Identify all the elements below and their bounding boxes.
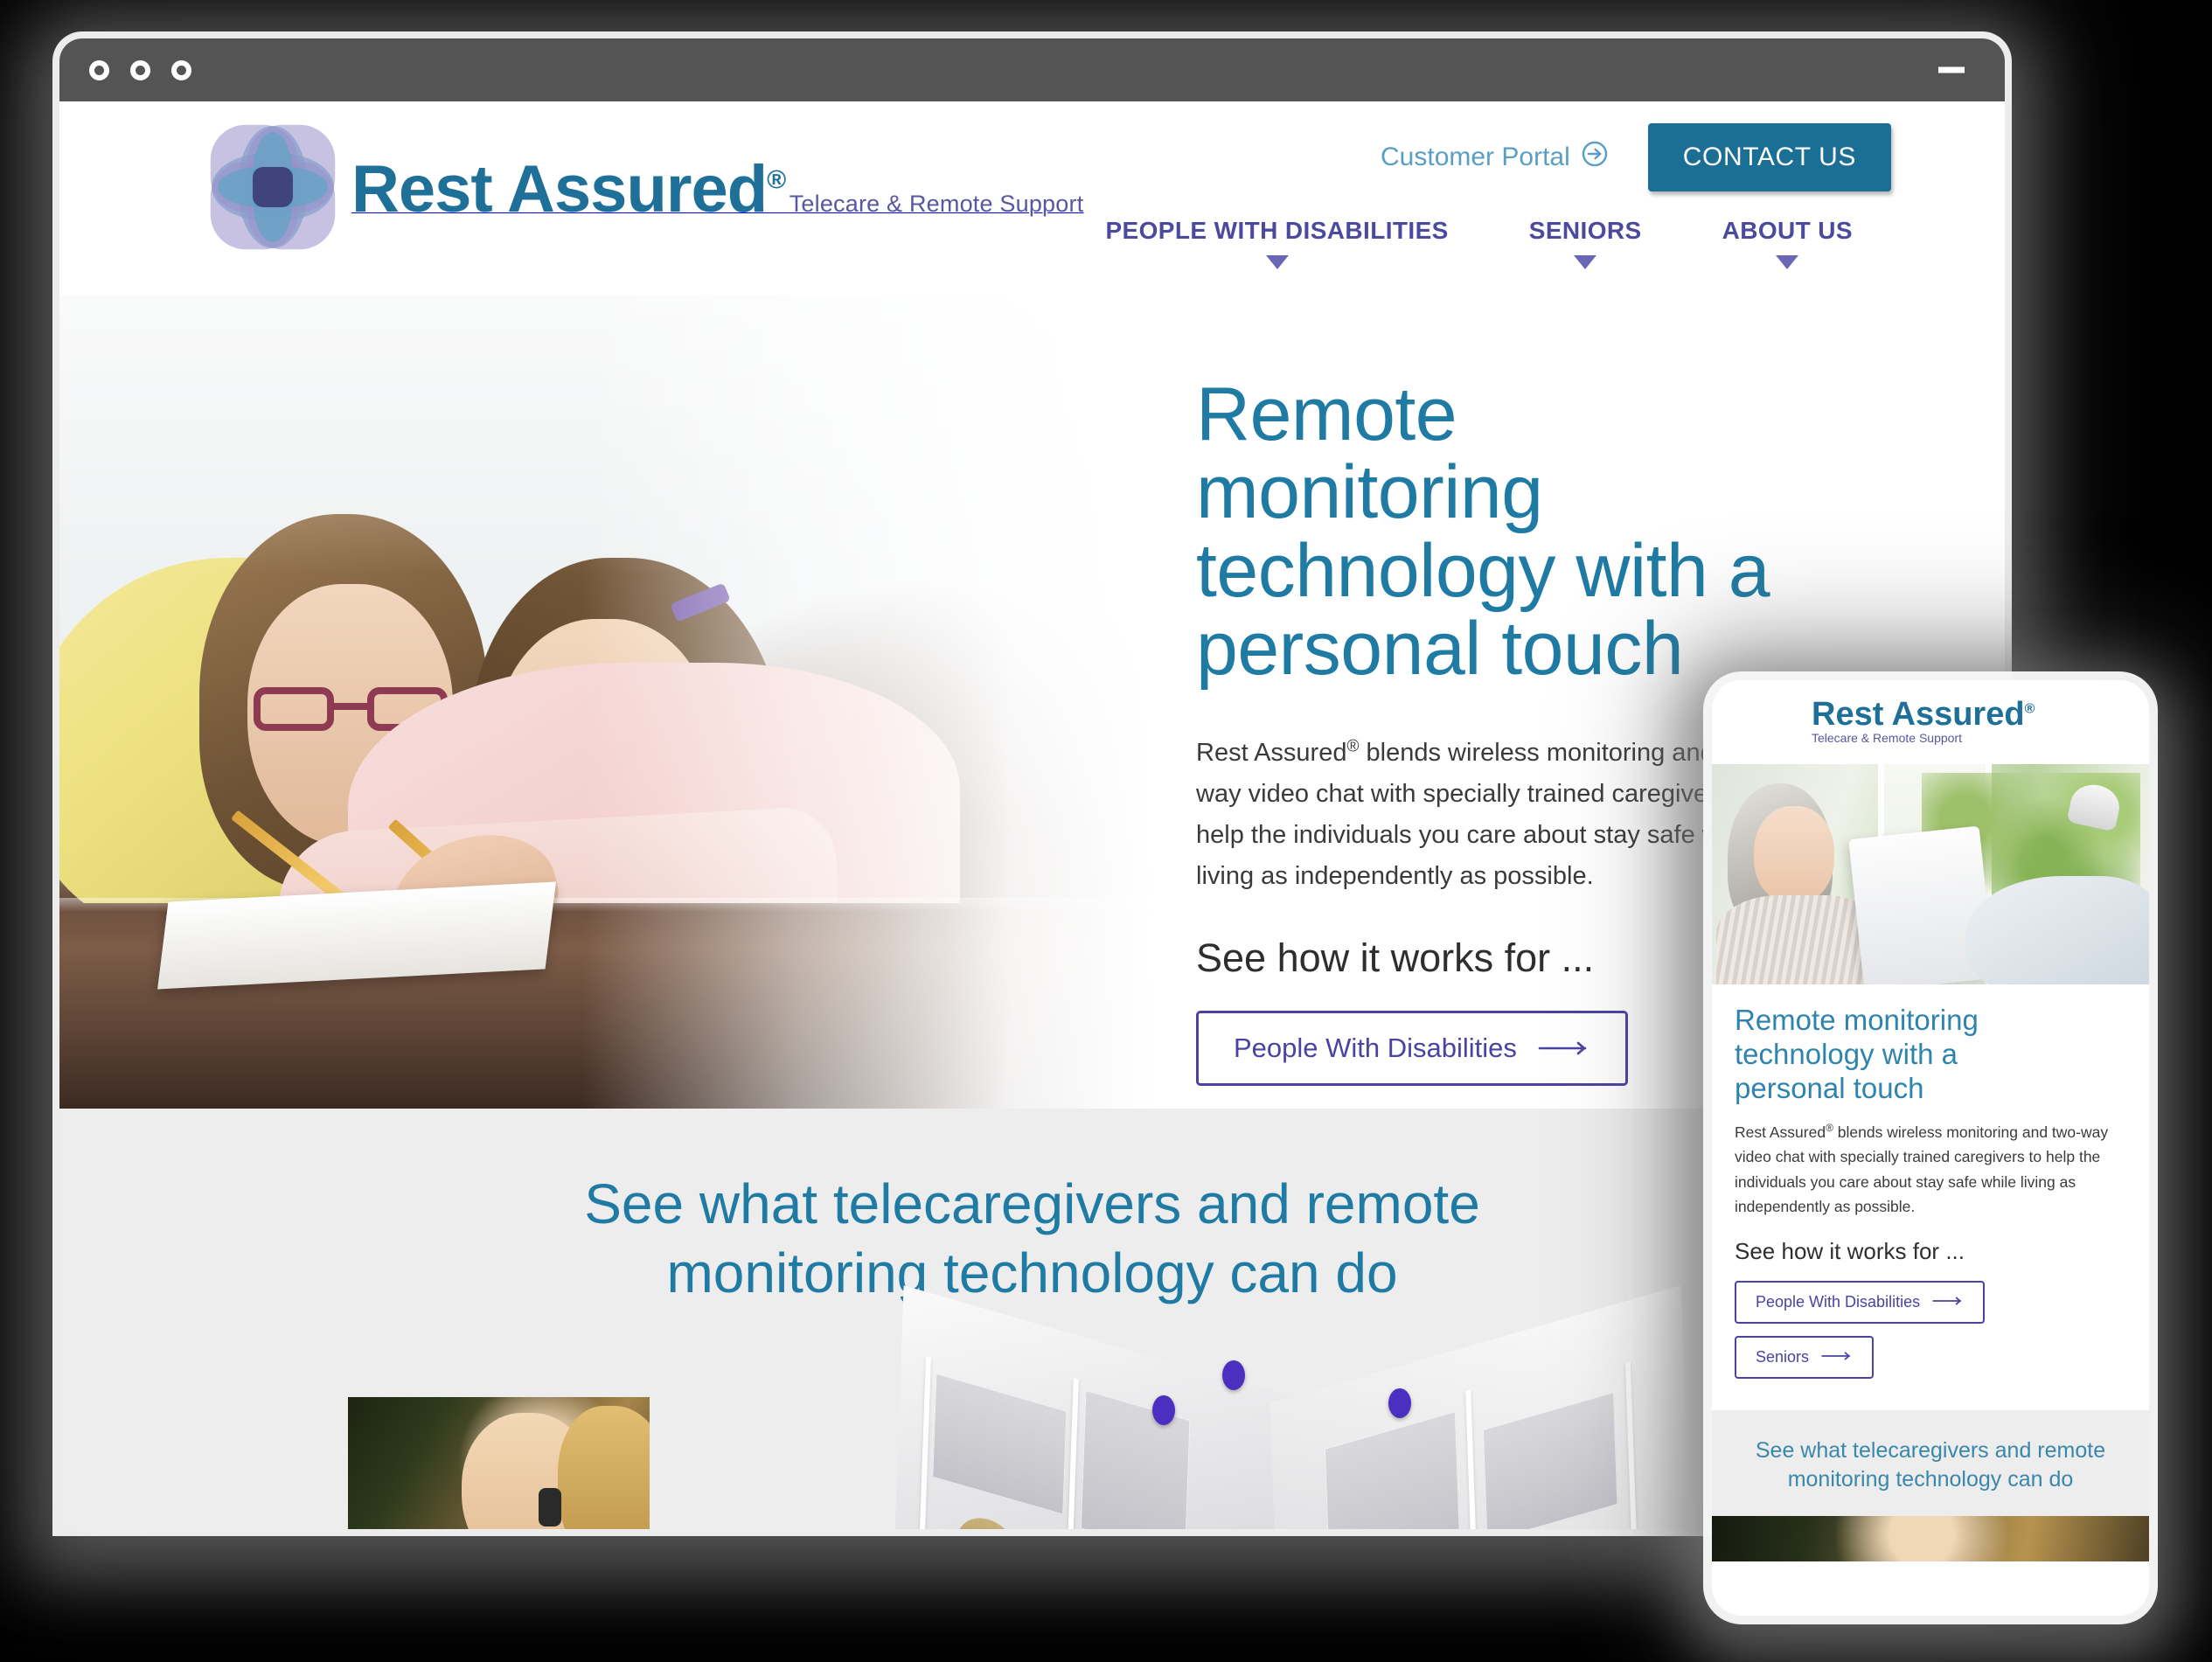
nav-label: ABOUT US: [1722, 217, 1853, 244]
site-header: Rest Assured® Telecare & Remote Support …: [59, 101, 2005, 296]
mobile-hero-copy: Remote monitoring technology with a pers…: [1712, 984, 2149, 1380]
long-arrow-right-icon: [1821, 1348, 1853, 1366]
mobile-phone-mockup: Rest Assured® Telecare & Remote Support …: [1712, 680, 2149, 1616]
minimize-icon[interactable]: [1938, 66, 1965, 73]
mobile-cta-label: People With Disabilities: [1756, 1293, 1921, 1311]
mobile-cta-group: People With Disabilities Seniors: [1735, 1281, 2126, 1380]
mobile-telecaregiver-photo: [1712, 1516, 2149, 1562]
mobile-band-title-line-2: monitoring technology can do: [1787, 1466, 2074, 1492]
browser-titlebar: [59, 38, 2005, 101]
brand-logo[interactable]: Rest Assured® Telecare & Remote Support: [206, 121, 1083, 254]
mobile-cta-heading: See how it works for ...: [1735, 1238, 1965, 1265]
floorplan-illustration: [894, 1285, 1691, 1529]
hero-title-line-3: personal touch: [1196, 607, 1684, 692]
mobile-cta-seniors-button[interactable]: Seniors: [1735, 1336, 1875, 1380]
telecaregiver-photo: [348, 1397, 650, 1529]
mobile-cta-label: Seniors: [1756, 1348, 1810, 1366]
mobile-brand-tagline: Telecare & Remote Support: [1812, 731, 1962, 745]
sensor-dot-icon: [1152, 1395, 1175, 1425]
band-title-line-1: See what telecaregivers and remote: [584, 1172, 1480, 1235]
hero-title: Remote monitoring technology with a pers…: [1196, 375, 1808, 692]
long-arrow-right-icon: [1932, 1293, 1964, 1311]
customer-portal-link[interactable]: Customer Portal: [1381, 139, 1610, 176]
mobile-band-title: See what telecaregivers and remote monit…: [1738, 1436, 2123, 1493]
mobile-hero-title-line-2: technology with a: [1735, 1037, 1958, 1070]
mobile-hero-body-text: Rest Assured® blends wireless monitoring…: [1735, 1120, 2126, 1219]
mobile-brand-name: Rest Assured: [1812, 696, 2025, 733]
hero-image: [59, 296, 1249, 1109]
nav-label: SENIORS: [1528, 217, 1642, 244]
mobile-hero-image: [1712, 764, 2149, 984]
sensor-dot-icon: [1388, 1388, 1411, 1418]
hero-title-line-1: Remote monitoring: [1196, 372, 1543, 535]
nav-item-people-with-disabilities[interactable]: PEOPLE WITH DISABILITIES: [1065, 217, 1488, 269]
mobile-capabilities-band: See what telecaregivers and remote monit…: [1712, 1410, 2149, 1517]
mobile-hero-title-line-1: Remote monitoring: [1735, 1004, 1979, 1036]
long-arrow-right-icon: [1538, 1033, 1590, 1064]
brand-registered-mark: ®: [767, 165, 786, 195]
sign-in-circle-arrow-icon: [1580, 139, 1610, 176]
utility-bar: Customer Portal CONTACT US: [1381, 123, 1891, 191]
chevron-down-icon: [1265, 255, 1289, 269]
nav-label: PEOPLE WITH DISABILITIES: [1105, 217, 1449, 244]
mobile-brand-registered-mark: ®: [2024, 701, 2035, 717]
mobile-body-registered-mark: ®: [1826, 1121, 1833, 1134]
cta-label: People With Disabilities: [1234, 1032, 1517, 1063]
page-backdrop: Rest Assured® Telecare & Remote Support …: [0, 0, 2212, 1662]
traffic-light-dot-1-icon[interactable]: [89, 59, 109, 80]
rest-assured-flower-logo-icon: [206, 121, 339, 254]
rest-assured-flower-logo-icon: [1736, 689, 1803, 755]
nav-item-seniors[interactable]: SENIORS: [1489, 217, 1682, 269]
hero-body-registered-mark: ®: [1346, 737, 1360, 756]
hero-body-pre: Rest Assured: [1196, 738, 1347, 767]
mobile-band-title-line-1: See what telecaregivers and remote: [1755, 1438, 2106, 1464]
mobile-site-header: Rest Assured® Telecare & Remote Support: [1712, 680, 2149, 764]
chevron-down-icon: [1776, 255, 1799, 269]
mobile-body-pre: Rest Assured: [1735, 1123, 1826, 1141]
chevron-down-icon: [1574, 255, 1597, 269]
hero-title-line-2: technology with a: [1196, 528, 1770, 613]
mobile-hero-title: Remote monitoring technology with a pers…: [1735, 1004, 2126, 1106]
cta-people-with-disabilities-button[interactable]: People With Disabilities: [1196, 1010, 1628, 1086]
brand-tagline: Telecare & Remote Support: [789, 191, 1084, 217]
window-controls: [89, 59, 191, 80]
traffic-light-dot-2-icon[interactable]: [130, 59, 150, 80]
main-navigation: PEOPLE WITH DISABILITIES SENIORS ABOUT U…: [1065, 217, 1893, 269]
brand-name: Rest Assured: [351, 152, 768, 226]
customer-portal-label: Customer Portal: [1381, 143, 1570, 171]
mobile-hero-title-line-3: personal touch: [1735, 1071, 1924, 1104]
sensor-dot-icon: [1222, 1360, 1245, 1390]
contact-us-button[interactable]: CONTACT US: [1647, 123, 1891, 191]
traffic-light-dot-3-icon[interactable]: [171, 59, 191, 80]
band-title-line-2: monitoring technology can do: [666, 1241, 1398, 1305]
nav-item-about-us[interactable]: ABOUT US: [1682, 217, 1893, 269]
mobile-cta-people-with-disabilities-button[interactable]: People With Disabilities: [1735, 1281, 1986, 1325]
